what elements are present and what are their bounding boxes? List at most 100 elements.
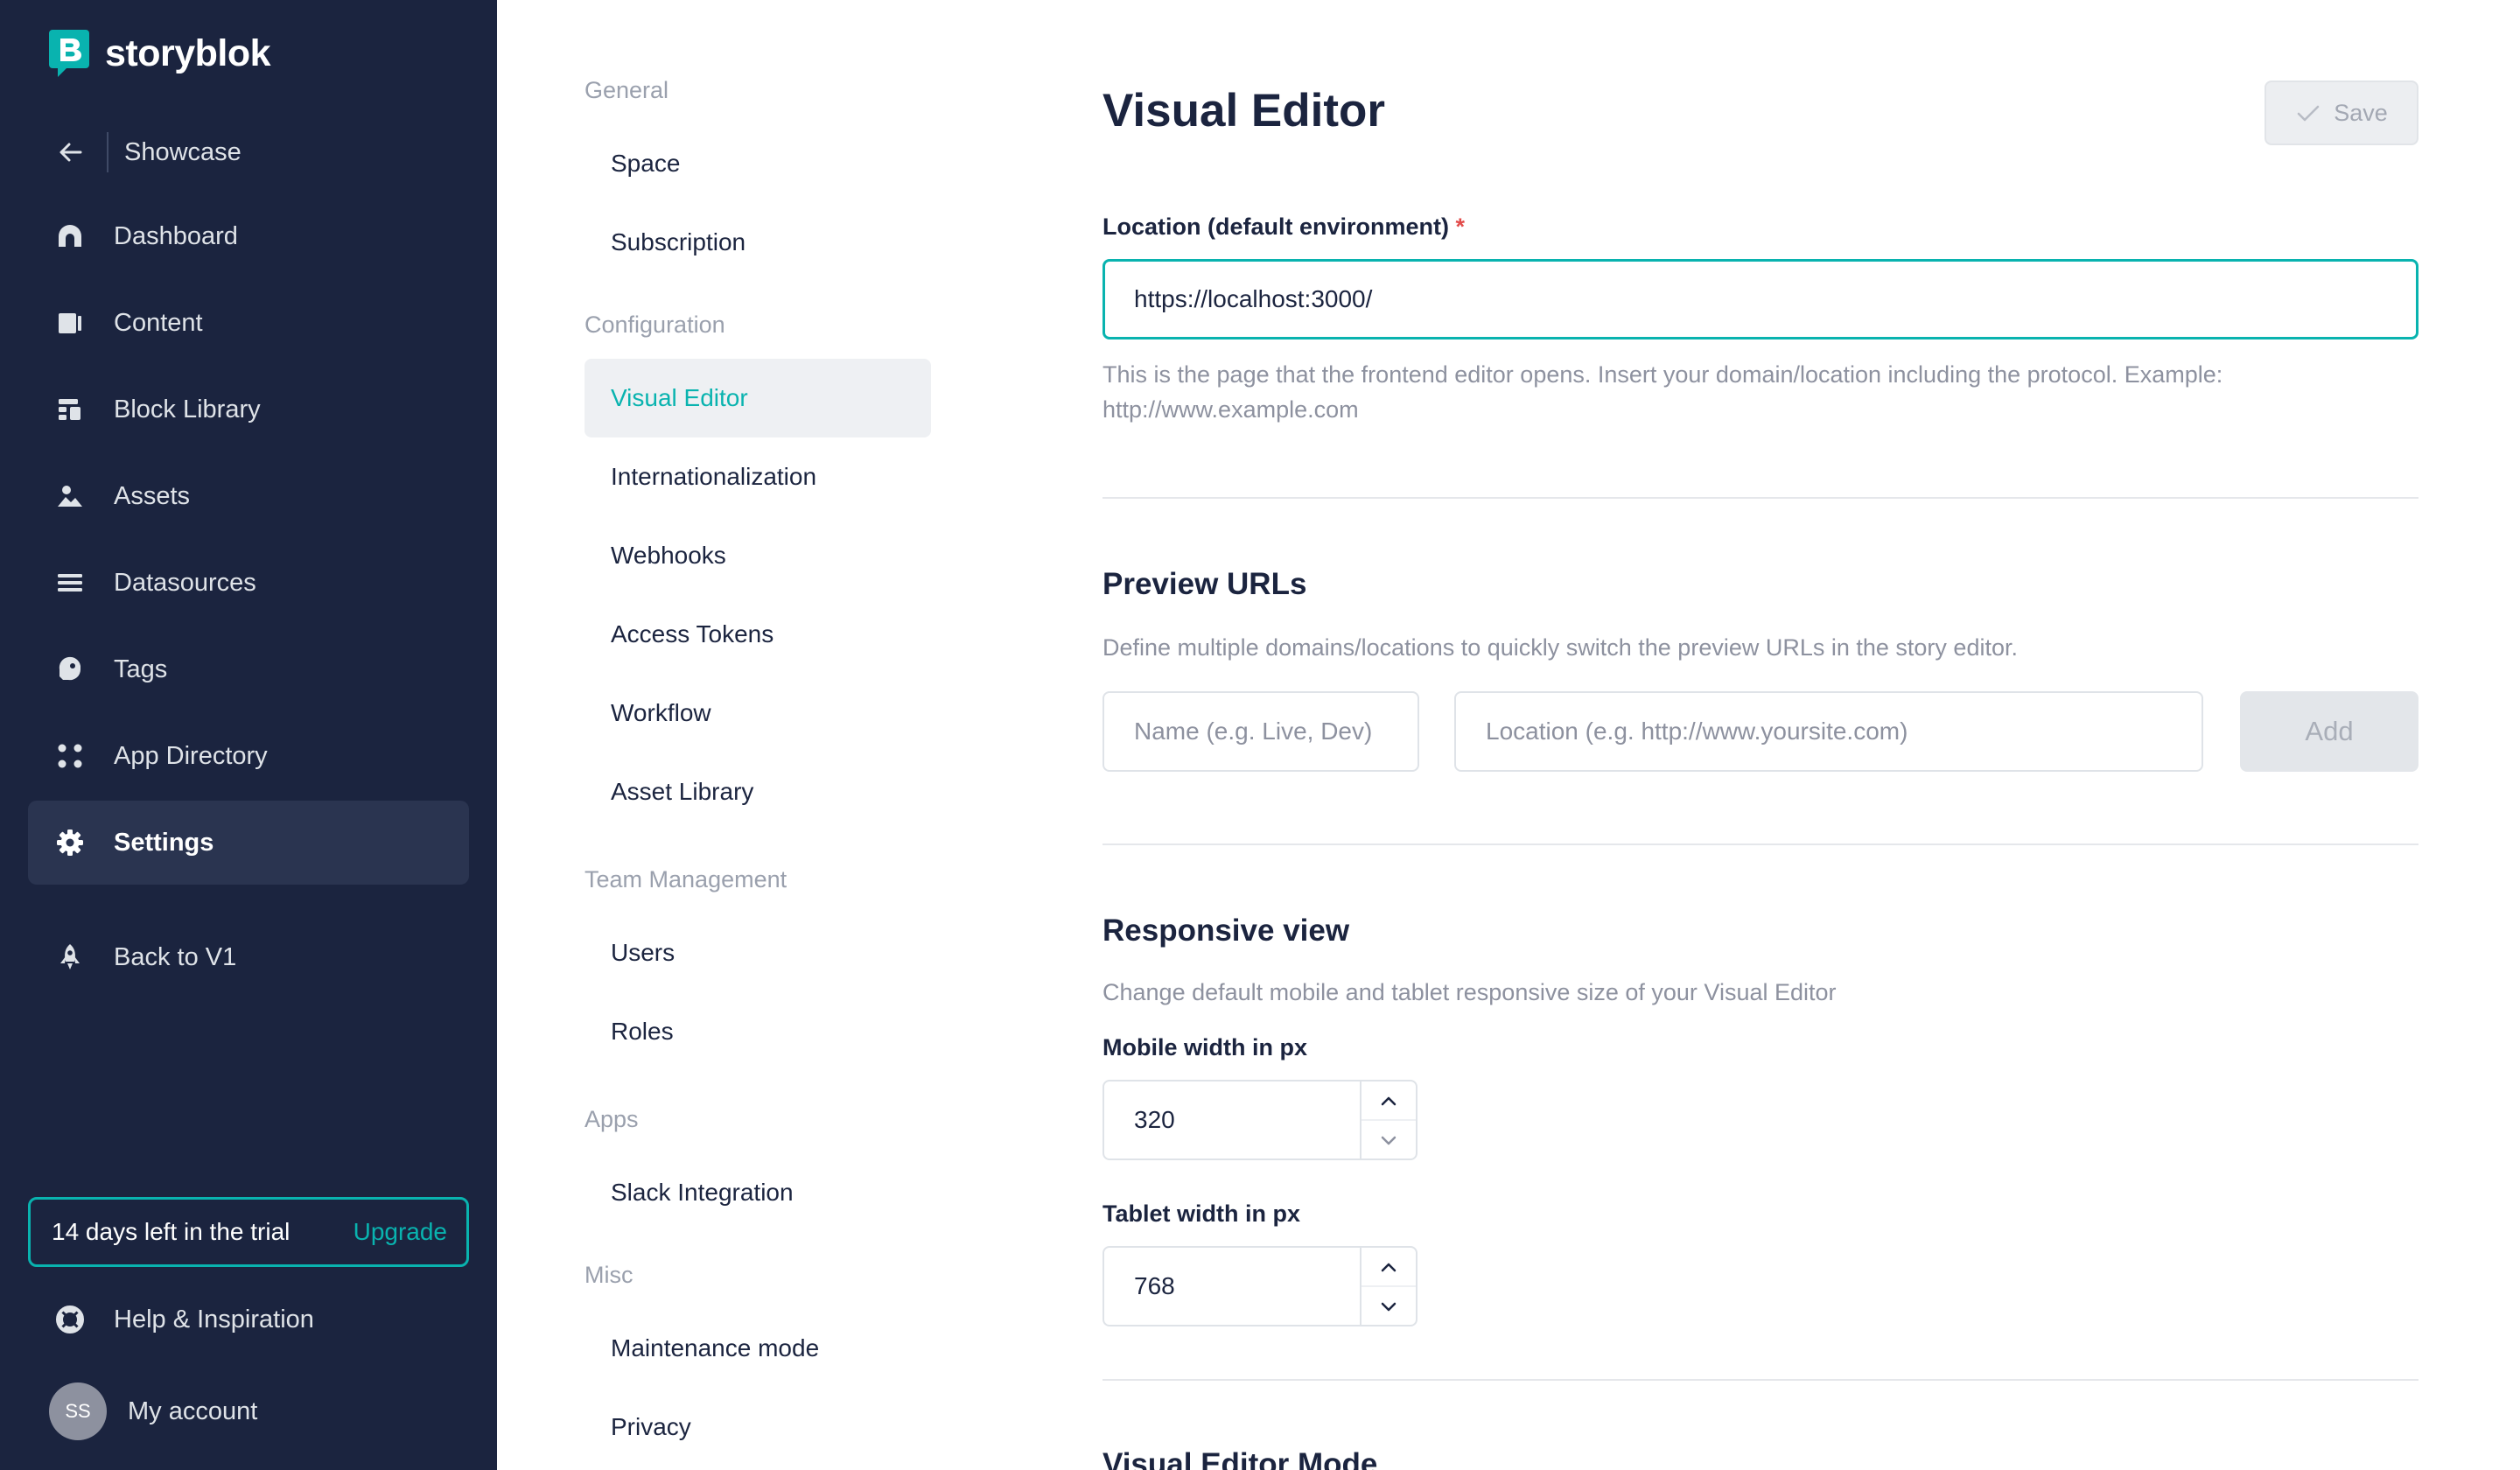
content-icon [56,309,84,337]
location-help-line-1: This is the page that the frontend edito… [1102,361,2223,388]
gear-icon [56,829,84,857]
tablet-width-value[interactable]: 768 [1104,1248,1360,1325]
upgrade-link[interactable]: Upgrade [354,1218,447,1246]
space-divider [107,132,108,172]
menu-item-slack-integration[interactable]: Slack Integration [584,1153,931,1232]
sidebar-item-dashboard[interactable]: Dashboard [28,194,469,278]
menu-item-asset-library[interactable]: Asset Library [584,752,931,831]
tablet-width-label: Tablet width in px [1102,1200,1300,1227]
sidebar-item-tags[interactable]: Tags [28,627,469,711]
preview-name-placeholder: Name (e.g. Live, Dev) [1134,718,1373,745]
section-divider [1102,844,2418,845]
sidebar-item-label: Content [114,308,203,337]
preview-urls-title: Preview URLs [1102,567,1307,601]
required-mark: * [1455,214,1466,240]
sidebar-nav: Dashboard Content Block Library Assets D… [28,194,469,887]
location-help-line-2: http://www.example.com [1102,396,1359,423]
my-account-link[interactable]: SS My account [49,1382,257,1440]
chevron-down-icon [1381,1302,1396,1311]
increment-button[interactable] [1362,1082,1416,1119]
help-inspiration-link[interactable]: Help & Inspiration [56,1298,314,1340]
menu-item-subscription[interactable]: Subscription [584,203,931,282]
decrement-button[interactable] [1362,1119,1416,1158]
menu-item-space[interactable]: Space [584,124,931,203]
menu-item-visual-editor[interactable]: Visual Editor [584,359,931,438]
save-label: Save [2334,99,2388,126]
sidebar-item-label: App Directory [114,741,268,770]
sidebar-item-content[interactable]: Content [28,281,469,365]
back-to-v1-label: Back to V1 [114,942,237,971]
location-input-value: https://localhost:3000/ [1134,285,1373,312]
lifebuoy-icon [56,1306,84,1334]
chevron-up-icon [1381,1096,1396,1105]
menu-item-privacy[interactable]: Privacy [584,1388,931,1466]
arrow-left-icon[interactable] [56,137,86,167]
save-button[interactable]: Save [2264,80,2418,145]
increment-button[interactable] [1362,1248,1416,1285]
mobile-width-label: Mobile width in px [1102,1034,1307,1060]
sidebar-item-label: Tags [114,654,168,683]
stepper-arrows [1360,1248,1416,1325]
tag-icon [56,655,84,683]
app-directory-icon [56,742,84,770]
location-label-text: Location (default environment) [1102,214,1450,240]
preview-urls-description: Define multiple domains/locations to qui… [1102,634,2018,661]
visual-editor-mode-title: Visual Editor Mode [1102,1447,1378,1470]
section-divider [1102,497,2418,499]
sidebar-item-label: Block Library [114,395,261,424]
menu-item-workflow[interactable]: Workflow [584,674,931,752]
menu-item-webhooks[interactable]: Webhooks [584,516,931,595]
menu-item-users[interactable]: Users [584,914,931,992]
tablet-width-stepper[interactable]: 768 [1102,1246,1418,1326]
preview-location-input[interactable]: Location (e.g. http://www.yoursite.com) [1454,691,2203,772]
responsive-view-title: Responsive view [1102,914,1350,948]
location-label: Location (default environment) * [1102,214,1465,241]
menu-item-roles[interactable]: Roles [584,992,931,1071]
sidebar-item-label: Assets [114,481,191,510]
sidebar-item-app-directory[interactable]: App Directory [28,714,469,798]
chevron-down-icon [1381,1136,1396,1144]
location-input[interactable]: https://localhost:3000/ [1102,259,2418,340]
space-switcher[interactable]: Showcase [56,131,242,173]
brand[interactable]: storyblok [49,30,271,77]
menu-item-access-tokens[interactable]: Access Tokens [584,595,931,674]
back-to-v1-link[interactable]: Back to V1 [56,936,236,978]
section-divider [1102,1379,2418,1381]
sidebar-item-label: Settings [114,828,214,857]
preview-location-placeholder: Location (e.g. http://www.yoursite.com) [1486,718,1908,745]
menu-section-team-management: Team Management [584,866,788,892]
sidebar-item-settings[interactable]: Settings [28,801,469,885]
menu-section-general: General [584,77,669,103]
assets-icon [56,482,84,510]
menu-section-apps: Apps [584,1106,639,1132]
stepper-arrows [1360,1082,1416,1158]
my-account-label: My account [128,1396,258,1425]
datasources-icon [56,569,84,597]
responsive-view-description: Change default mobile and tablet respons… [1102,979,1837,1005]
sidebar-item-block-library[interactable]: Block Library [28,368,469,452]
sidebar-item-label: Dashboard [114,221,238,250]
trial-text: 14 days left in the trial [52,1218,290,1245]
check-icon [2297,105,2320,122]
sidebar-item-assets[interactable]: Assets [28,454,469,538]
menu-item-internationalization[interactable]: Internationalization [584,438,931,516]
chevron-up-icon [1381,1263,1396,1271]
dashboard-icon [56,222,84,250]
sidebar-item-label: Datasources [114,568,256,597]
main-content: Visual Editor Save Location (default env… [1102,0,2418,1470]
help-label: Help & Inspiration [114,1305,314,1334]
decrement-button[interactable] [1362,1285,1416,1325]
menu-item-maintenance-mode[interactable]: Maintenance mode [584,1309,931,1388]
brand-name: storyblok [105,32,271,74]
avatar: SS [49,1382,107,1440]
sidebar-item-datasources[interactable]: Datasources [28,541,469,625]
preview-name-input[interactable]: Name (e.g. Live, Dev) [1102,691,1419,772]
mobile-width-value[interactable]: 320 [1104,1082,1360,1158]
add-preview-url-button[interactable]: Add [2240,691,2418,772]
page-title: Visual Editor [1102,85,1385,136]
menu-section-configuration: Configuration [584,312,725,338]
trial-banner: 14 days left in the trial Upgrade [28,1197,469,1267]
location-help-text: This is the page that the frontend edito… [1102,357,2222,427]
rocket-icon [56,943,84,971]
mobile-width-stepper[interactable]: 320 [1102,1080,1418,1160]
